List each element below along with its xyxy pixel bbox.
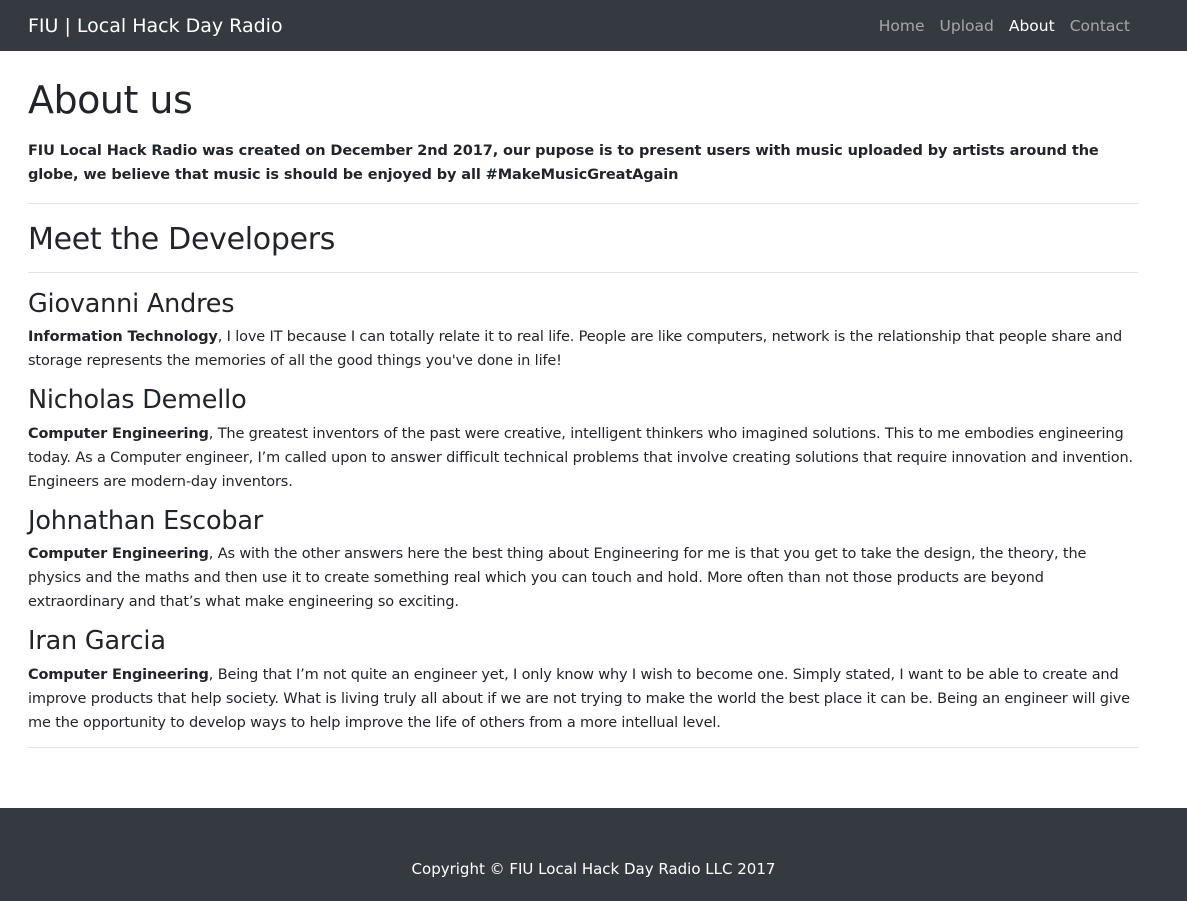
brand-link[interactable]: FIU | Local Hack Day Radio — [28, 15, 283, 37]
nav-contact-link[interactable]: Contact — [1070, 17, 1130, 35]
developer-item: Johnathan Escobar Computer Engineering, … — [28, 506, 1138, 615]
developers-heading: Meet the Developers — [28, 221, 336, 257]
top-navbar: FIU | Local Hack Day Radio Home Upload A… — [0, 0, 1187, 51]
developer-major: Information Technology — [28, 329, 218, 346]
developer-name: Nicholas Demello — [28, 385, 247, 416]
developer-name: Iran Garcia — [28, 626, 166, 657]
developer-bio-paragraph: Information Technology, I love IT becaus… — [28, 325, 1138, 373]
developer-bio-paragraph: Computer Engineering, Being that I’m not… — [28, 663, 1138, 735]
developer-bio-paragraph: Computer Engineering, The greatest inven… — [28, 422, 1138, 494]
nav-about-link[interactable]: About — [1009, 17, 1055, 35]
developer-major: Computer Engineering — [28, 546, 209, 563]
divider — [28, 271, 1138, 273]
divider — [28, 746, 1138, 748]
developer-name: Johnathan Escobar — [28, 505, 264, 536]
developer-bio-paragraph: Computer Engineering, As with the other … — [28, 542, 1138, 614]
developer-major: Computer Engineering — [28, 666, 209, 683]
page-footer: Copyright © FIU Local Hack Day Radio LLC… — [0, 808, 1187, 901]
developer-list: Giovanni Andres Information Technology, … — [28, 289, 1138, 735]
page-title: About us — [28, 78, 193, 122]
nav-links: Home Upload About Contact — [864, 17, 1130, 35]
developer-item: Iran Garcia Computer Engineering, Being … — [28, 626, 1138, 735]
developer-major: Computer Engineering — [28, 425, 209, 442]
copyright-text: Copyright © FIU Local Hack Day Radio LLC… — [411, 859, 776, 878]
intro-text: FIU Local Hack Radio was created on Dece… — [28, 142, 1099, 183]
developer-name: Giovanni Andres — [28, 288, 235, 319]
divider — [28, 202, 1138, 204]
developer-item: Nicholas Demello Computer Engineering, T… — [28, 385, 1138, 494]
nav-upload-link[interactable]: Upload — [940, 17, 994, 35]
main-content: About us FIU Local Hack Radio was create… — [28, 51, 1138, 748]
developer-item: Giovanni Andres Information Technology, … — [28, 289, 1138, 374]
nav-home-link[interactable]: Home — [879, 17, 925, 35]
